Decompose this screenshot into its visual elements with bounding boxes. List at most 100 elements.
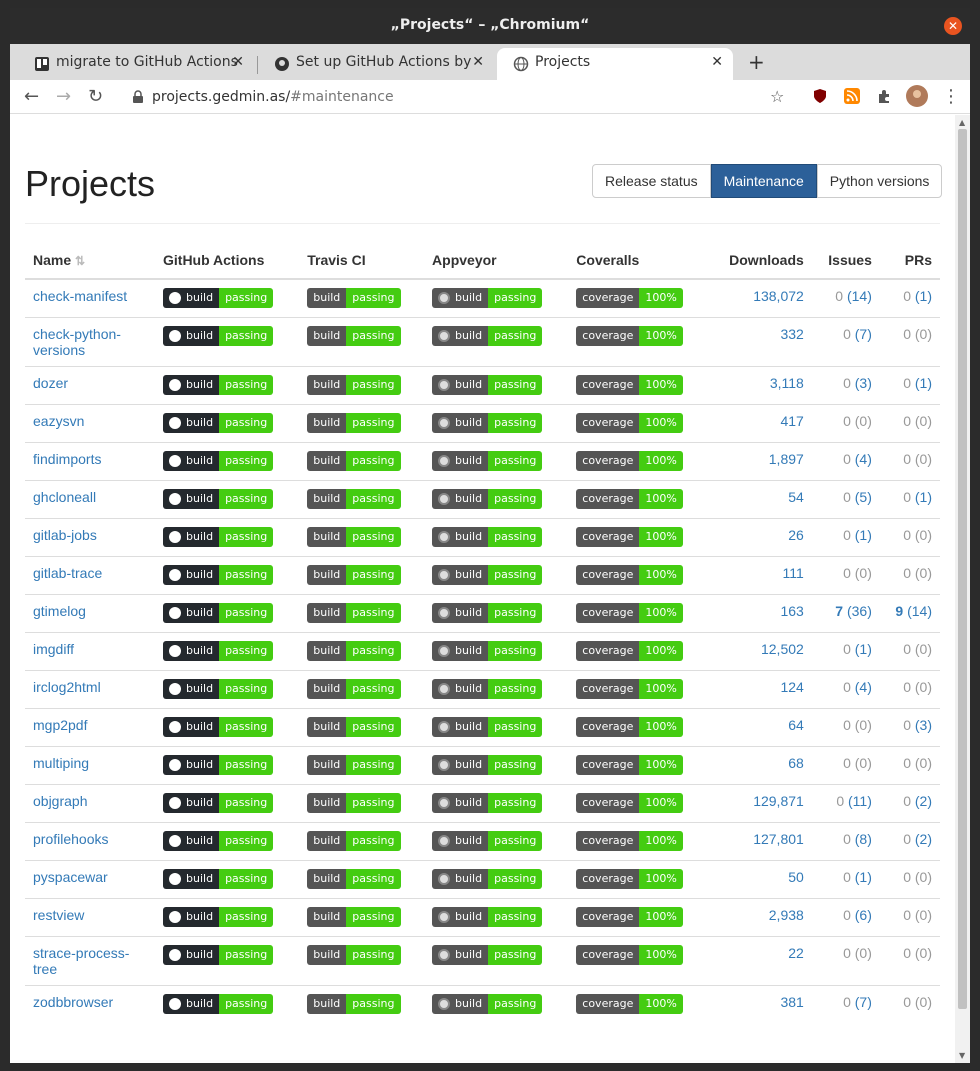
all-issues-count[interactable]: (4): [855, 451, 872, 467]
github-actions-badge[interactable]: build passing: [163, 678, 274, 699]
close-icon[interactable]: ✕: [944, 17, 962, 35]
all-issues-count[interactable]: (3): [855, 375, 872, 391]
appveyor-badge[interactable]: build passing: [432, 678, 543, 699]
close-tab-icon[interactable]: ✕: [711, 54, 723, 70]
open-prs-count[interactable]: 0: [903, 375, 911, 391]
travis-badge[interactable]: build passing: [307, 325, 401, 346]
appveyor-badge[interactable]: build passing: [432, 412, 543, 433]
open-issues-count[interactable]: 0: [843, 375, 851, 391]
open-issues-count[interactable]: 0: [843, 907, 851, 923]
travis-badge[interactable]: build passing: [307, 450, 401, 471]
github-actions-badge[interactable]: build passing: [163, 906, 274, 927]
open-prs-count[interactable]: 0: [903, 945, 911, 961]
project-link[interactable]: strace-process-tree: [33, 945, 129, 977]
all-prs-count[interactable]: (0): [915, 451, 932, 467]
all-prs-count[interactable]: (0): [915, 945, 932, 961]
downloads-link[interactable]: 22: [788, 945, 804, 961]
project-link[interactable]: imgdiff: [33, 641, 74, 657]
all-prs-count[interactable]: (0): [915, 326, 932, 342]
open-issues-count[interactable]: 0: [843, 413, 851, 429]
downloads-link[interactable]: 127,801: [753, 831, 804, 847]
github-actions-badge[interactable]: build passing: [163, 754, 274, 775]
appveyor-badge[interactable]: build passing: [432, 906, 543, 927]
appveyor-badge[interactable]: build passing: [432, 288, 543, 308]
open-issues-count[interactable]: 0: [836, 793, 844, 809]
open-prs-count[interactable]: 0: [903, 869, 911, 885]
travis-badge[interactable]: build passing: [307, 288, 401, 308]
open-issues-count[interactable]: 0: [843, 994, 851, 1010]
maintenance-button[interactable]: Maintenance: [710, 164, 817, 198]
coveralls-badge[interactable]: coverage 100%: [576, 602, 683, 623]
open-issues-count[interactable]: 0: [843, 869, 851, 885]
coveralls-badge[interactable]: coverage 100%: [576, 906, 683, 927]
col-name[interactable]: Name ⇅: [25, 241, 155, 280]
project-link[interactable]: restview: [33, 907, 84, 923]
travis-badge[interactable]: build passing: [307, 640, 401, 661]
extensions-icon[interactable]: [876, 88, 892, 104]
all-issues-count[interactable]: (0): [855, 565, 872, 581]
scrollbar-thumb[interactable]: [958, 129, 967, 1009]
bookmark-star-icon[interactable]: ☆: [770, 87, 784, 106]
open-prs-count[interactable]: 0: [903, 413, 911, 429]
open-prs-count[interactable]: 9: [895, 603, 903, 619]
all-issues-count[interactable]: (6): [855, 907, 872, 923]
all-prs-count[interactable]: (14): [907, 603, 932, 619]
new-tab-icon[interactable]: +: [748, 50, 765, 74]
downloads-link[interactable]: 50: [788, 869, 804, 885]
open-issues-count[interactable]: 0: [843, 945, 851, 961]
python-versions-button[interactable]: Python versions: [816, 164, 943, 198]
github-actions-badge[interactable]: build passing: [163, 325, 274, 346]
travis-badge[interactable]: build passing: [307, 564, 401, 585]
all-prs-count[interactable]: (0): [915, 755, 932, 771]
open-issues-count[interactable]: 0: [843, 641, 851, 657]
all-issues-count[interactable]: (1): [855, 641, 872, 657]
project-link[interactable]: irclog2html: [33, 679, 101, 695]
downloads-link[interactable]: 138,072: [753, 288, 804, 304]
travis-badge[interactable]: build passing: [307, 526, 401, 547]
travis-badge[interactable]: build passing: [307, 602, 401, 623]
github-actions-badge[interactable]: build passing: [163, 374, 274, 395]
github-actions-badge[interactable]: build passing: [163, 868, 274, 889]
all-issues-count[interactable]: (11): [848, 793, 872, 809]
all-issues-count[interactable]: (0): [855, 755, 872, 771]
travis-badge[interactable]: build passing: [307, 716, 401, 737]
downloads-link[interactable]: 111: [783, 565, 804, 581]
open-prs-count[interactable]: 0: [903, 527, 911, 543]
coveralls-badge[interactable]: coverage 100%: [576, 640, 683, 661]
open-prs-count[interactable]: 0: [903, 793, 911, 809]
all-issues-count[interactable]: (36): [847, 603, 872, 619]
reload-icon[interactable]: ↻: [88, 86, 103, 107]
tab-github[interactable]: Set up GitHub Actions by ✕: [258, 48, 494, 80]
close-tab-icon[interactable]: ✕: [232, 54, 244, 70]
downloads-link[interactable]: 417: [780, 413, 803, 429]
open-prs-count[interactable]: 0: [903, 755, 911, 771]
coveralls-badge[interactable]: coverage 100%: [576, 450, 683, 471]
appveyor-badge[interactable]: build passing: [432, 526, 543, 547]
open-prs-count[interactable]: 0: [903, 288, 911, 304]
all-prs-count[interactable]: (0): [915, 994, 932, 1010]
address-bar[interactable]: projects.gedmin.as/#maintenance: [126, 84, 806, 110]
open-issues-count[interactable]: 0: [843, 831, 851, 847]
all-prs-count[interactable]: (0): [915, 679, 932, 695]
appveyor-badge[interactable]: build passing: [432, 325, 543, 346]
github-actions-badge[interactable]: build passing: [163, 944, 274, 965]
all-issues-count[interactable]: (8): [855, 831, 872, 847]
downloads-link[interactable]: 381: [780, 994, 803, 1010]
travis-badge[interactable]: build passing: [307, 906, 401, 927]
travis-badge[interactable]: build passing: [307, 678, 401, 699]
open-prs-count[interactable]: 0: [903, 717, 911, 733]
coveralls-badge[interactable]: coverage 100%: [576, 288, 683, 308]
all-issues-count[interactable]: (0): [855, 717, 872, 733]
coveralls-badge[interactable]: coverage 100%: [576, 325, 683, 346]
project-link[interactable]: check-python-versions: [33, 326, 121, 358]
all-prs-count[interactable]: (0): [915, 641, 932, 657]
appveyor-badge[interactable]: build passing: [432, 602, 543, 623]
all-prs-count[interactable]: (0): [915, 527, 932, 543]
all-prs-count[interactable]: (0): [915, 413, 932, 429]
downloads-link[interactable]: 3,118: [770, 375, 804, 391]
all-prs-count[interactable]: (1): [915, 375, 932, 391]
coveralls-badge[interactable]: coverage 100%: [576, 488, 683, 509]
rss-icon[interactable]: [844, 88, 860, 104]
travis-badge[interactable]: build passing: [307, 374, 401, 395]
downloads-link[interactable]: 26: [788, 527, 804, 543]
